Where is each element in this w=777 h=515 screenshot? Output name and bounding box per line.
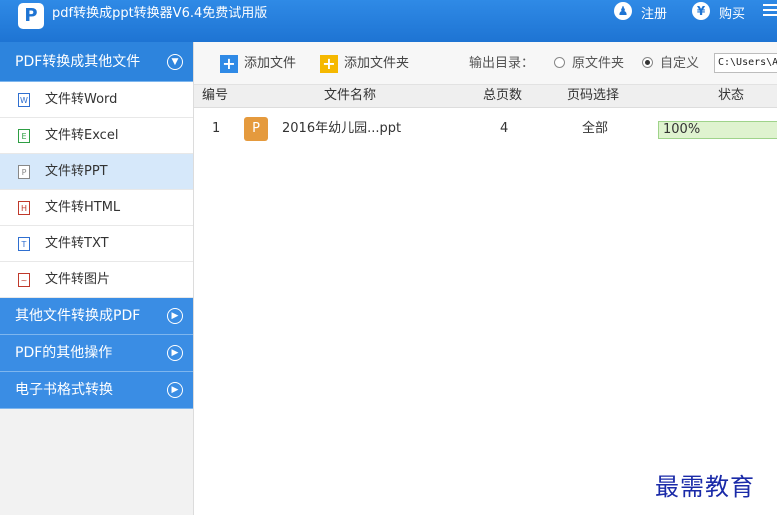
sidebar-item-to-image[interactable]: ~ 文件转图片 [0,262,193,298]
column-header-page-select[interactable]: 页码选择 [567,85,619,107]
sidebar-item-to-word[interactable]: W 文件转Word [0,82,193,118]
radio-custom[interactable] [642,57,653,68]
category-label: 其他文件转换成PDF [15,308,141,324]
row-progress-bar: 100% [658,121,777,139]
radio-custom-label[interactable]: 自定义 [660,53,699,75]
column-header-pages[interactable]: 总页数 [483,85,522,107]
sidebar: PDF转换成其他文件 ▼ W 文件转Word E 文件转Excel P 文件转P… [0,42,194,515]
chevron-right-icon: ▶ [167,345,183,361]
html-file-icon: H [18,201,30,215]
output-dir-label: 输出目录： [469,56,535,71]
app-logo-icon: P [18,3,44,29]
category-other-to-pdf[interactable]: 其他文件转换成PDF ▶ [0,298,193,335]
column-header-status[interactable]: 状态 [718,85,744,107]
toolbar: + 添加文件 + 添加文件夹 输出目录： 原文件夹 自定义 C:\Users\A [194,42,777,85]
sidebar-item-label: 文件转PPT [45,164,108,179]
category-label: PDF的其他操作 [15,345,113,361]
add-folder-icon: + [320,54,338,73]
yen-icon[interactable]: ¥ [692,2,710,20]
category-pdf-to-other[interactable]: PDF转换成其他文件 ▼ [0,42,193,82]
sidebar-item-to-ppt[interactable]: P 文件转PPT [0,154,193,190]
add-file-button[interactable]: + 添加文件 [220,53,296,75]
row-total-pages: 4 [500,121,509,136]
sidebar-item-to-txt[interactable]: T 文件转TXT [0,226,193,262]
watermark-text: 最需教育 [655,473,755,501]
column-header-index[interactable]: 编号 [202,85,228,107]
add-file-label: 添加文件 [244,56,297,71]
chevron-right-icon: ▶ [167,308,183,324]
ppt-icon: P [244,117,268,141]
sidebar-item-to-excel[interactable]: E 文件转Excel [0,118,193,154]
sidebar-item-label: 文件转Excel [45,128,119,143]
category-label: PDF转换成其他文件 [15,54,141,70]
column-header-name[interactable]: 文件名称 [324,85,376,107]
add-folder-button[interactable]: + 添加文件夹 [320,53,409,75]
category-ebook-convert[interactable]: 电子书格式转换 ▶ [0,372,193,409]
table-header: 编号 文件名称 总页数 页码选择 状态 [194,85,777,108]
category-label: 电子书格式转换 [15,382,113,398]
row-file-name: 2016年幼儿园...ppt [282,121,402,136]
category-pdf-other-ops[interactable]: PDF的其他操作 ▶ [0,335,193,372]
sidebar-item-label: 文件转HTML [45,200,121,215]
word-file-icon: W [18,93,30,107]
chevron-right-icon: ▶ [167,382,183,398]
output-path-input[interactable]: C:\Users\A [714,53,777,73]
image-file-icon: ~ [18,273,30,287]
radio-original-folder[interactable] [554,57,565,68]
sidebar-item-label: 文件转Word [45,92,118,107]
row-index: 1 [212,121,221,136]
sidebar-item-label: 文件转TXT [45,236,109,251]
chevron-down-icon: ▼ [167,53,183,70]
add-folder-label: 添加文件夹 [344,56,410,71]
menu-icon[interactable] [763,4,777,17]
excel-file-icon: E [18,129,30,143]
add-file-icon: + [220,54,238,73]
txt-file-icon: T [18,237,30,251]
window-title: pdf转换成ppt转换器V6.4免费试用版 [52,6,268,21]
title-bar: P pdf转换成ppt转换器V6.4免费试用版 ♟ 注册 ¥ 购买 [0,0,777,42]
register-button[interactable]: 注册 [641,3,667,22]
row-page-select[interactable]: 全部 [582,113,608,145]
sidebar-item-to-html[interactable]: H 文件转HTML [0,190,193,226]
radio-original-label[interactable]: 原文件夹 [572,53,624,75]
register-icon[interactable]: ♟ [614,2,632,20]
sidebar-item-label: 文件转图片 [45,272,111,287]
table-row[interactable]: 1 P 2016年幼儿园...ppt 4 全部 100% [194,113,777,145]
buy-button[interactable]: 购买 [719,3,745,22]
ppt-file-icon: P [18,165,30,179]
row-status-text: 100% [663,122,701,137]
